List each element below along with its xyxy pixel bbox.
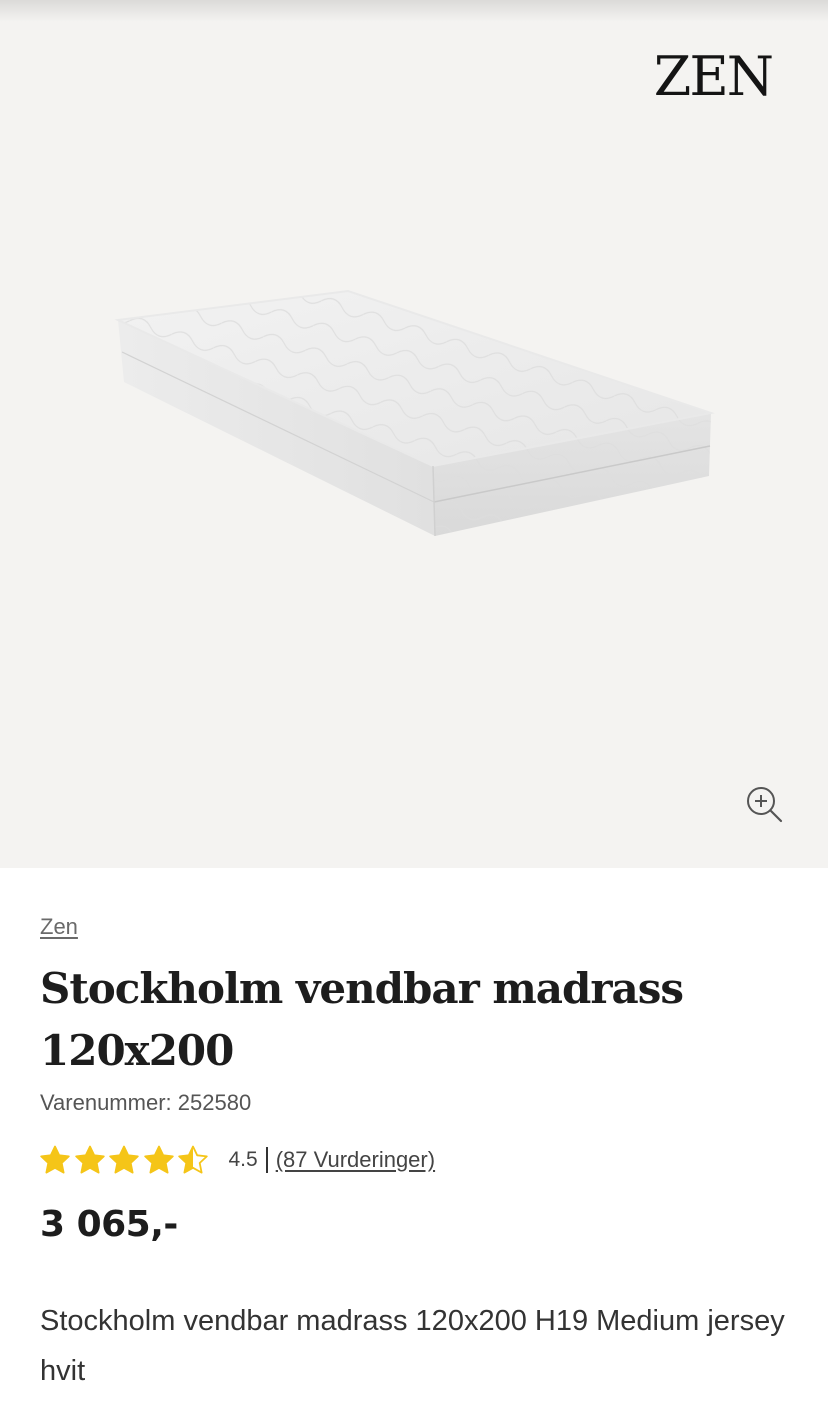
product-description: Stockholm vendbar madrass 120x200 H19 Me… xyxy=(40,1305,785,1387)
product-title: Stockholm vendbar madrass 120x200 xyxy=(40,964,684,1075)
star-full-icon xyxy=(143,1145,174,1174)
price: 3 065,- xyxy=(40,1204,178,1245)
product-page: ZEN Zen Stockholm vendbar madrass 120x20… xyxy=(0,0,828,1412)
product-gallery[interactable]: ZEN xyxy=(0,0,828,868)
brand-logo[interactable]: ZEN xyxy=(654,50,774,104)
rating-separator xyxy=(265,1147,268,1173)
star-half-icon xyxy=(178,1145,208,1174)
star-full-icon xyxy=(40,1145,70,1174)
star-full-icon xyxy=(109,1145,139,1174)
rating-row: 4.5 (87 Vurderinger) xyxy=(40,1143,435,1177)
sku-label: Varenummer: xyxy=(40,1090,172,1115)
star-full-icon xyxy=(74,1145,105,1174)
zoom-in-icon xyxy=(747,787,783,823)
zoom-in-button[interactable] xyxy=(742,783,786,827)
top-shadow xyxy=(0,0,828,22)
sku-row: Varenummer: 252580 xyxy=(40,1090,251,1116)
brand-link[interactable]: Zen xyxy=(40,914,78,940)
rating-value: 4.5 xyxy=(228,1148,258,1171)
product-image[interactable] xyxy=(100,270,740,560)
sku-value: 252580 xyxy=(177,1090,252,1115)
star-rating[interactable] xyxy=(40,1145,213,1175)
reviews-link[interactable]: (87 Vurderinger) xyxy=(276,1147,435,1173)
